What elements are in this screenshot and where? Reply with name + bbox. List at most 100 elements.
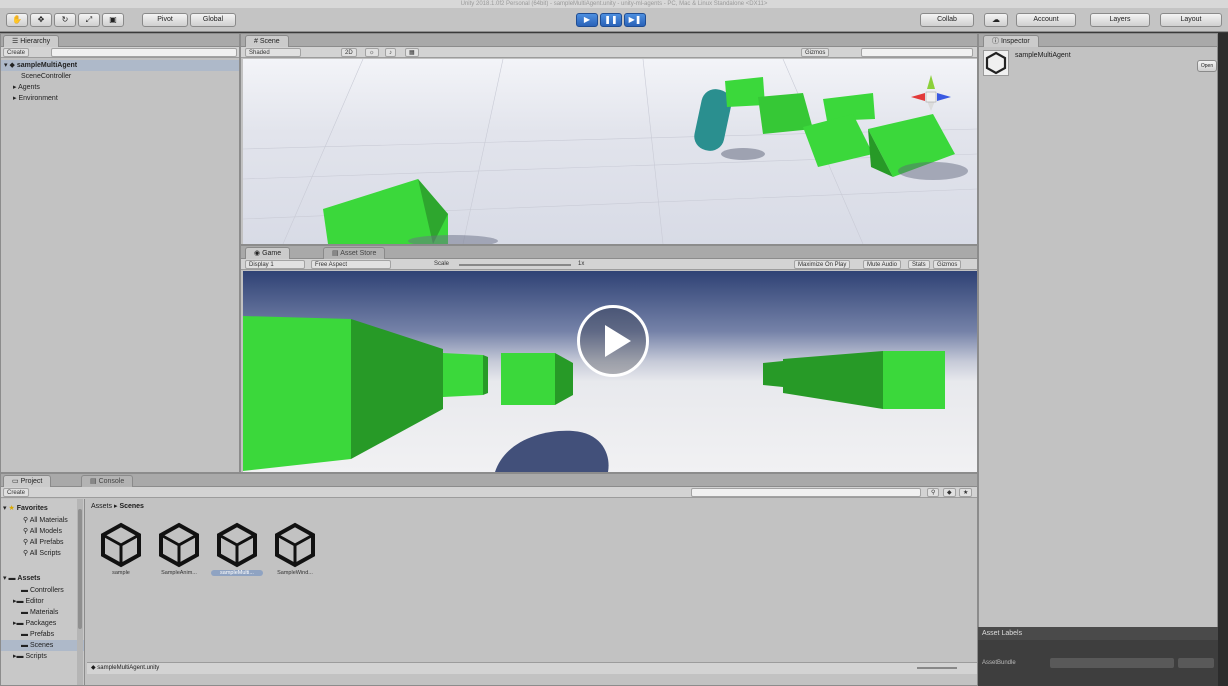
mute-audio-toggle[interactable]: Mute Audio	[863, 260, 902, 269]
project-search-input[interactable]	[691, 488, 921, 497]
info-icon: ⓘ	[992, 38, 1001, 45]
scene-orientation-gizmo[interactable]	[907, 71, 955, 119]
hierarchy-create-button[interactable]: Create	[3, 48, 30, 57]
tab-inspector[interactable]: ⓘ Inspector	[983, 35, 1039, 47]
window-title: Unity 2018.1.0f2 Personal (64bit) - samp…	[0, 0, 1228, 8]
scene-gizmos-dropdown[interactable]: Gizmos	[801, 48, 830, 57]
tab-asset-store[interactable]: ▤ Asset Store	[323, 247, 386, 259]
scale-slider[interactable]	[459, 264, 571, 266]
tag-icon: ◆	[947, 490, 952, 496]
favorites-item[interactable]: ⚲ All Materials	[1, 515, 84, 526]
rotate-icon: ↻	[61, 15, 69, 24]
hand-tool-button[interactable]: ✋	[6, 13, 28, 27]
aspect-dropdown[interactable]: Free Aspect	[311, 260, 391, 269]
search-icon: ⚲	[23, 517, 30, 524]
asset-bundle-dropdown[interactable]	[1050, 658, 1174, 668]
favorites-item[interactable]: ⚲ All Prefabs	[1, 537, 84, 548]
assets-folder[interactable]: ▬ Materials	[1, 607, 84, 618]
asset-tile[interactable]: sample	[93, 522, 149, 582]
sun-icon: ☼	[369, 50, 375, 56]
filter-label-button[interactable]: ◆	[943, 488, 956, 497]
hierarchy-item[interactable]: ▸ Agents	[1, 82, 239, 93]
tab-scene[interactable]: # Scene	[245, 35, 289, 47]
asset-tile-label: sample	[112, 570, 130, 576]
hierarchy-item[interactable]: SceneController	[1, 71, 239, 82]
account-dropdown[interactable]: Account	[1016, 13, 1076, 27]
tab-game[interactable]: ◉ Game	[245, 247, 291, 259]
asset-tile[interactable]: SampleWind...	[267, 522, 323, 582]
speaker-icon: ♪	[389, 50, 392, 56]
expand-arrow-icon: ▾	[4, 62, 8, 69]
scene-viewport[interactable]	[243, 59, 977, 244]
move-tool-button[interactable]: ✥	[30, 13, 52, 27]
asset-tile-label: SampleAnim...	[161, 570, 197, 576]
asset-tile-selected[interactable]: sampleMulti...	[209, 522, 265, 582]
favorites-item[interactable]: ⚲ All Scripts	[1, 548, 84, 559]
assets-folder[interactable]: ▸▬ Editor	[1, 596, 84, 607]
collab-button[interactable]: Collab	[920, 13, 974, 27]
breadcrumb: Assets ▸ Scenes	[87, 501, 144, 512]
effects-toggle[interactable]: ▦	[405, 48, 419, 57]
game-gizmos-dropdown[interactable]: Gizmos	[933, 260, 962, 269]
asset-variant-dropdown[interactable]	[1178, 658, 1214, 668]
folder-icon: ▬	[21, 609, 30, 616]
breadcrumb-root[interactable]: Assets	[91, 503, 112, 510]
hierarchy-item-scene[interactable]: ▾ ◆ sampleMultiAgent	[1, 60, 239, 71]
scale-tool-button[interactable]: ⤢	[78, 13, 100, 27]
tab-console[interactable]: ▤ Console	[81, 475, 134, 487]
unity-scene-icon	[217, 522, 257, 568]
play-button[interactable]: ▶	[576, 13, 598, 27]
move-icon: ✥	[37, 15, 45, 24]
rotate-tool-button[interactable]: ↻	[54, 13, 76, 27]
assets-folder[interactable]: ▬ Prefabs	[1, 629, 84, 640]
step-button[interactable]: ▶❚	[624, 13, 646, 27]
pause-button[interactable]: ❚❚	[600, 13, 622, 27]
video-play-button[interactable]	[577, 305, 649, 377]
scene-search-input[interactable]	[861, 48, 973, 57]
global-toggle[interactable]: Global	[190, 13, 236, 27]
asset-labels-header: Asset Labels	[978, 627, 1218, 640]
maximize-on-play-toggle[interactable]: Maximize On Play	[794, 260, 851, 269]
asset-tile[interactable]: SampleAnim...	[151, 522, 207, 582]
tree-scroll-thumb[interactable]	[78, 509, 82, 629]
favorite-button[interactable]: ★	[959, 488, 973, 497]
pause-icon: ❚❚	[604, 15, 618, 24]
scene-panel: # Scene Shaded 2D ☼ ♪ ▦ Gizmos	[240, 33, 978, 245]
game-viewport[interactable]	[243, 271, 977, 472]
favorites-item[interactable]: ⚲ All Models	[1, 526, 84, 537]
breadcrumb-current[interactable]: Scenes	[119, 503, 144, 510]
play-icon: ▶	[583, 15, 591, 24]
expand-arrow-icon: ▾	[3, 505, 7, 512]
unity-scene-icon	[275, 522, 315, 568]
shading-mode-dropdown[interactable]: Shaded	[245, 48, 301, 57]
filter-type-button[interactable]: ⚲	[927, 488, 940, 497]
lighting-toggle[interactable]: ☼	[365, 48, 379, 57]
display-dropdown[interactable]: Display 1	[245, 260, 305, 269]
2d-toggle[interactable]: 2D	[341, 48, 357, 57]
hierarchy-item[interactable]: ▸ Environment	[1, 93, 239, 104]
assets-folder-selected[interactable]: ▬ Scenes	[1, 640, 84, 651]
icon-size-slider[interactable]	[917, 667, 957, 669]
store-icon: ▤	[332, 250, 341, 257]
scale-value: 1x	[578, 261, 585, 267]
assets-folder[interactable]: ▸▬ Scripts	[1, 651, 84, 662]
assets-root[interactable]: ▾ ▬ Assets	[1, 573, 84, 584]
layers-dropdown[interactable]: Layers	[1090, 13, 1150, 27]
hierarchy-search-input[interactable]	[51, 48, 237, 57]
tab-hierarchy[interactable]: ☰ Hierarchy	[3, 35, 60, 47]
tab-project[interactable]: ▭ Project	[3, 475, 52, 487]
assets-folder[interactable]: ▬ Controllers	[1, 585, 84, 596]
project-create-button[interactable]: Create	[3, 488, 30, 497]
folder-icon: ▬	[21, 642, 30, 649]
assets-folder[interactable]: ▸▬ Packages	[1, 618, 84, 629]
favorites-root[interactable]: ▾ ★ Favorites	[1, 503, 84, 514]
stats-toggle[interactable]: Stats	[908, 260, 930, 269]
cloud-button[interactable]: ☁	[984, 13, 1008, 27]
open-button[interactable]: Open	[1197, 60, 1217, 72]
unity-scene-icon: ◆	[9, 62, 15, 69]
layout-dropdown[interactable]: Layout	[1160, 13, 1222, 27]
audio-toggle[interactable]: ♪	[385, 48, 396, 57]
tree-scrollbar[interactable]	[77, 499, 83, 685]
rect-tool-button[interactable]: ▣	[102, 13, 124, 27]
pivot-toggle[interactable]: Pivot	[142, 13, 188, 27]
